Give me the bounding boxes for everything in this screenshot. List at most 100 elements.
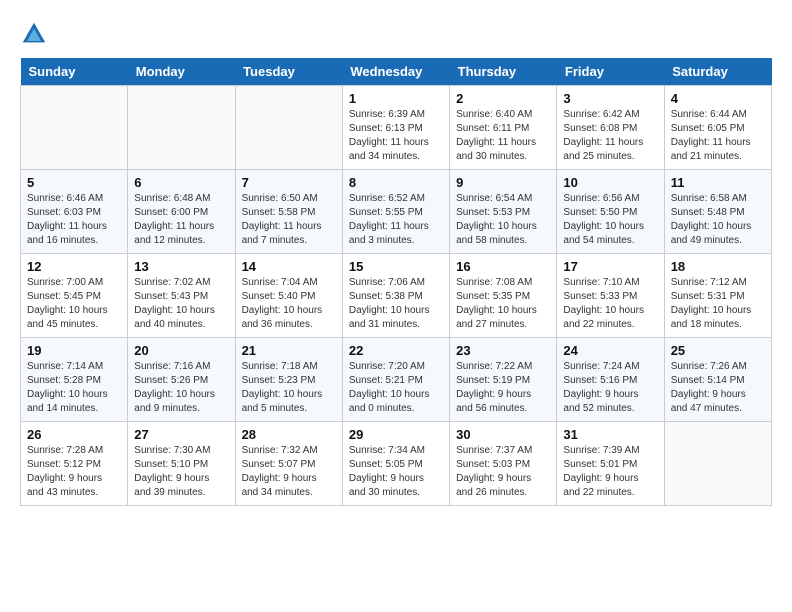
day-number: 3 [563, 91, 657, 106]
col-header-wednesday: Wednesday [342, 58, 449, 86]
day-number: 31 [563, 427, 657, 442]
week-row-4: 19 Sunrise: 7:14 AM Sunset: 5:28 PM Dayli… [21, 338, 772, 422]
day-info: Sunrise: 6:52 AM Sunset: 5:55 PM Dayligh… [349, 192, 443, 248]
calendar-cell: 13 Sunrise: 7:02 AM Sunset: 5:43 PM Dayli… [128, 254, 235, 338]
day-info: Sunrise: 7:00 AM Sunset: 5:45 PM Dayligh… [27, 276, 121, 332]
day-info: Sunrise: 7:04 AM Sunset: 5:40 PM Dayligh… [242, 276, 336, 332]
day-info: Sunrise: 7:24 AM Sunset: 5:16 PM Dayligh… [563, 360, 657, 416]
calendar-cell: 5 Sunrise: 6:46 AM Sunset: 6:03 PM Daylig… [21, 170, 128, 254]
day-number: 19 [27, 343, 121, 358]
day-number: 10 [563, 175, 657, 190]
day-number: 1 [349, 91, 443, 106]
day-number: 9 [456, 175, 550, 190]
calendar-cell: 1Sunrise: 6:39 AM Sunset: 6:13 PM Daylig… [342, 86, 449, 170]
day-number: 7 [242, 175, 336, 190]
week-row-1: 1Sunrise: 6:39 AM Sunset: 6:13 PM Daylig… [21, 86, 772, 170]
logo [20, 20, 52, 48]
calendar-cell: 11Sunrise: 6:58 AM Sunset: 5:48 PM Dayli… [664, 170, 771, 254]
col-header-tuesday: Tuesday [235, 58, 342, 86]
calendar-cell: 30 Sunrise: 7:37 AM Sunset: 5:03 PM Dayli… [450, 422, 557, 506]
day-number: 30 [456, 427, 550, 442]
day-info: Sunrise: 7:10 AM Sunset: 5:33 PM Dayligh… [563, 276, 657, 332]
calendar-cell: 20 Sunrise: 7:16 AM Sunset: 5:26 PM Dayli… [128, 338, 235, 422]
col-header-sunday: Sunday [21, 58, 128, 86]
day-info: Sunrise: 7:18 AM Sunset: 5:23 PM Dayligh… [242, 360, 336, 416]
day-info: Sunrise: 7:16 AM Sunset: 5:26 PM Dayligh… [134, 360, 228, 416]
day-info: Sunrise: 7:12 AM Sunset: 5:31 PM Dayligh… [671, 276, 765, 332]
calendar-cell: 17 Sunrise: 7:10 AM Sunset: 5:33 PM Dayli… [557, 254, 664, 338]
day-number: 8 [349, 175, 443, 190]
calendar-cell: 16Sunrise: 7:08 AM Sunset: 5:35 PM Dayli… [450, 254, 557, 338]
day-info: Sunrise: 7:39 AM Sunset: 5:01 PM Dayligh… [563, 444, 657, 500]
day-info: Sunrise: 6:54 AM Sunset: 5:53 PM Dayligh… [456, 192, 550, 248]
day-number: 5 [27, 175, 121, 190]
day-number: 27 [134, 427, 228, 442]
calendar-cell: 21Sunrise: 7:18 AM Sunset: 5:23 PM Dayli… [235, 338, 342, 422]
day-number: 15 [349, 259, 443, 274]
day-number: 26 [27, 427, 121, 442]
calendar-cell: 14 Sunrise: 7:04 AM Sunset: 5:40 PM Dayli… [235, 254, 342, 338]
col-header-thursday: Thursday [450, 58, 557, 86]
calendar-cell: 25 Sunrise: 7:26 AM Sunset: 5:14 PM Dayli… [664, 338, 771, 422]
calendar-cell: 15 Sunrise: 7:06 AM Sunset: 5:38 PM Dayli… [342, 254, 449, 338]
day-info: Sunrise: 7:14 AM Sunset: 5:28 PM Dayligh… [27, 360, 121, 416]
calendar-cell: 6 Sunrise: 6:48 AM Sunset: 6:00 PM Daylig… [128, 170, 235, 254]
day-number: 2 [456, 91, 550, 106]
day-number: 22 [349, 343, 443, 358]
day-info: Sunrise: 7:32 AM Sunset: 5:07 PM Dayligh… [242, 444, 336, 500]
calendar-cell: 4 Sunrise: 6:44 AM Sunset: 6:05 PM Daylig… [664, 86, 771, 170]
day-number: 17 [563, 259, 657, 274]
calendar-cell: 7 Sunrise: 6:50 AM Sunset: 5:58 PM Daylig… [235, 170, 342, 254]
day-info: Sunrise: 7:34 AM Sunset: 5:05 PM Dayligh… [349, 444, 443, 500]
calendar-cell: 31 Sunrise: 7:39 AM Sunset: 5:01 PM Dayli… [557, 422, 664, 506]
calendar-cell: 10 Sunrise: 6:56 AM Sunset: 5:50 PM Dayli… [557, 170, 664, 254]
day-info: Sunrise: 6:48 AM Sunset: 6:00 PM Dayligh… [134, 192, 228, 248]
day-number: 4 [671, 91, 765, 106]
calendar-cell: 18 Sunrise: 7:12 AM Sunset: 5:31 PM Dayli… [664, 254, 771, 338]
week-row-2: 5 Sunrise: 6:46 AM Sunset: 6:03 PM Daylig… [21, 170, 772, 254]
day-number: 14 [242, 259, 336, 274]
day-info: Sunrise: 7:22 AM Sunset: 5:19 PM Dayligh… [456, 360, 550, 416]
day-info: Sunrise: 7:06 AM Sunset: 5:38 PM Dayligh… [349, 276, 443, 332]
day-number: 13 [134, 259, 228, 274]
calendar-cell: 9 Sunrise: 6:54 AM Sunset: 5:53 PM Daylig… [450, 170, 557, 254]
calendar-cell [128, 86, 235, 170]
header-row: SundayMondayTuesdayWednesdayThursdayFrid… [21, 58, 772, 86]
week-row-3: 12 Sunrise: 7:00 AM Sunset: 5:45 PM Dayli… [21, 254, 772, 338]
calendar-cell: 27 Sunrise: 7:30 AM Sunset: 5:10 PM Dayli… [128, 422, 235, 506]
day-info: Sunrise: 7:02 AM Sunset: 5:43 PM Dayligh… [134, 276, 228, 332]
day-number: 6 [134, 175, 228, 190]
day-number: 24 [563, 343, 657, 358]
calendar-cell: 12 Sunrise: 7:00 AM Sunset: 5:45 PM Dayli… [21, 254, 128, 338]
day-number: 20 [134, 343, 228, 358]
day-info: Sunrise: 7:30 AM Sunset: 5:10 PM Dayligh… [134, 444, 228, 500]
calendar-cell: 26 Sunrise: 7:28 AM Sunset: 5:12 PM Dayli… [21, 422, 128, 506]
day-info: Sunrise: 6:58 AM Sunset: 5:48 PM Dayligh… [671, 192, 765, 248]
calendar-cell: 2Sunrise: 6:40 AM Sunset: 6:11 PM Daylig… [450, 86, 557, 170]
col-header-friday: Friday [557, 58, 664, 86]
logo-icon [20, 20, 48, 48]
day-info: Sunrise: 7:37 AM Sunset: 5:03 PM Dayligh… [456, 444, 550, 500]
day-number: 28 [242, 427, 336, 442]
calendar-cell [21, 86, 128, 170]
calendar-cell: 28 Sunrise: 7:32 AM Sunset: 5:07 PM Dayli… [235, 422, 342, 506]
day-number: 29 [349, 427, 443, 442]
day-info: Sunrise: 7:20 AM Sunset: 5:21 PM Dayligh… [349, 360, 443, 416]
calendar-cell: 8 Sunrise: 6:52 AM Sunset: 5:55 PM Daylig… [342, 170, 449, 254]
day-info: Sunrise: 6:44 AM Sunset: 6:05 PM Dayligh… [671, 108, 765, 164]
calendar-cell: 19 Sunrise: 7:14 AM Sunset: 5:28 PM Dayli… [21, 338, 128, 422]
day-info: Sunrise: 6:56 AM Sunset: 5:50 PM Dayligh… [563, 192, 657, 248]
day-number: 12 [27, 259, 121, 274]
day-number: 25 [671, 343, 765, 358]
day-info: Sunrise: 6:46 AM Sunset: 6:03 PM Dayligh… [27, 192, 121, 248]
day-info: Sunrise: 6:42 AM Sunset: 6:08 PM Dayligh… [563, 108, 657, 164]
calendar-cell: 22 Sunrise: 7:20 AM Sunset: 5:21 PM Dayli… [342, 338, 449, 422]
calendar-cell: 3 Sunrise: 6:42 AM Sunset: 6:08 PM Daylig… [557, 86, 664, 170]
page-header [20, 20, 772, 48]
day-info: Sunrise: 7:28 AM Sunset: 5:12 PM Dayligh… [27, 444, 121, 500]
day-info: Sunrise: 7:26 AM Sunset: 5:14 PM Dayligh… [671, 360, 765, 416]
col-header-monday: Monday [128, 58, 235, 86]
day-number: 18 [671, 259, 765, 274]
day-info: Sunrise: 6:50 AM Sunset: 5:58 PM Dayligh… [242, 192, 336, 248]
calendar-cell [664, 422, 771, 506]
